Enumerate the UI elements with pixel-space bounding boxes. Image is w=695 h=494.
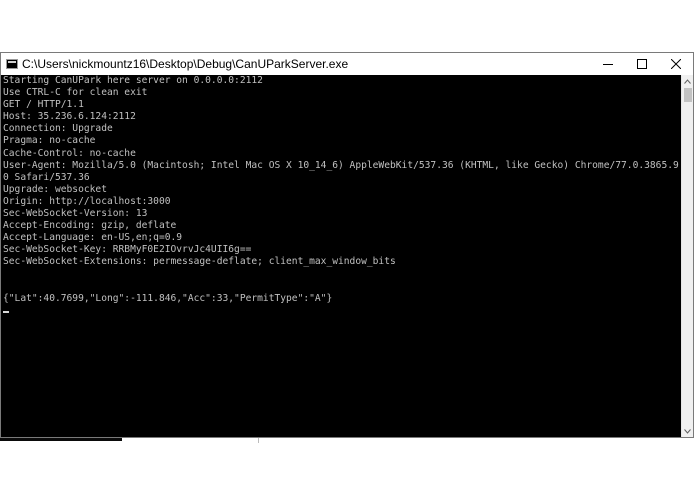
vertical-scrollbar[interactable]	[681, 75, 693, 437]
window-title: C:\Users\nickmountz16\Desktop\Debug\CanU…	[22, 57, 349, 71]
title-bar[interactable]: C:\Users\nickmountz16\Desktop\Debug\CanU…	[1, 53, 693, 75]
background-mark	[258, 438, 259, 443]
window-controls	[591, 53, 693, 75]
console-app-icon	[6, 59, 18, 69]
close-button[interactable]	[659, 53, 693, 75]
scroll-down-arrow-icon	[684, 428, 691, 434]
console-text: Starting CanUPark here server on 0.0.0.0…	[3, 75, 679, 304]
background-strip	[0, 438, 122, 441]
scroll-up-arrow-icon	[684, 78, 691, 84]
close-icon	[671, 59, 681, 69]
scroll-down-button[interactable]	[682, 425, 693, 437]
maximize-button[interactable]	[625, 53, 659, 75]
minimize-button[interactable]	[591, 53, 625, 75]
minimize-icon	[603, 64, 613, 65]
console-output[interactable]: Starting CanUPark here server on 0.0.0.0…	[1, 75, 681, 437]
maximize-icon	[637, 59, 647, 69]
console-window: C:\Users\nickmountz16\Desktop\Debug\CanU…	[0, 52, 694, 438]
scroll-thumb[interactable]	[684, 88, 692, 102]
scroll-up-button[interactable]	[682, 75, 693, 87]
text-cursor	[3, 311, 9, 313]
